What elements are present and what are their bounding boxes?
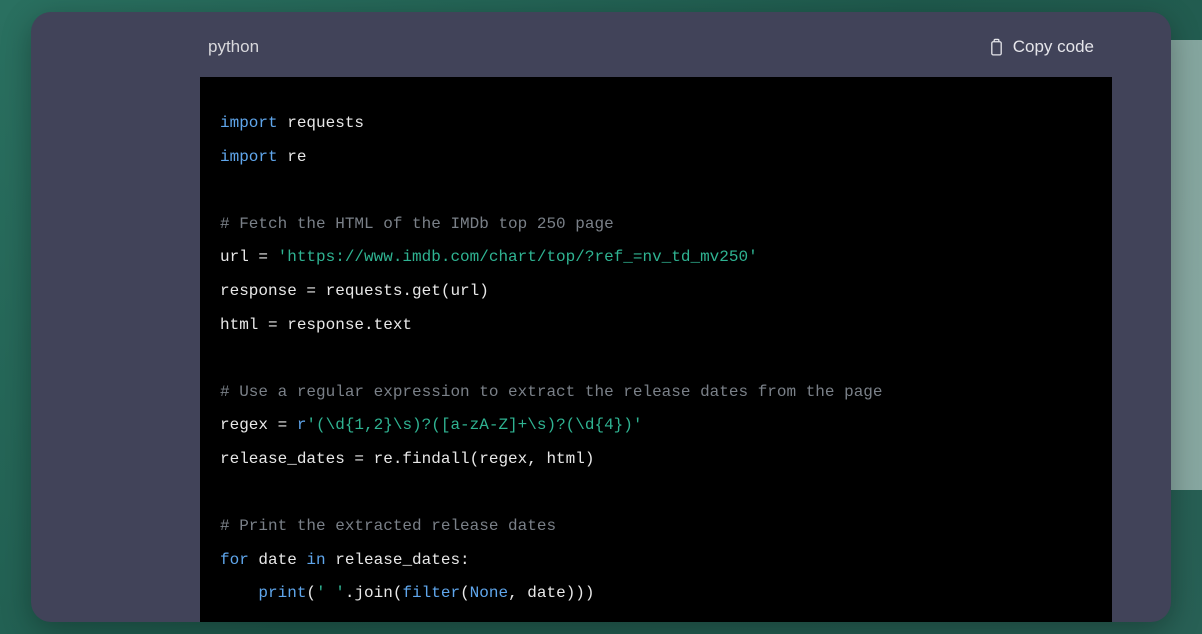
code-line: for date in release_dates:	[220, 544, 1092, 578]
copy-code-button[interactable]: Copy code	[989, 37, 1094, 57]
code-line: # Use a regular expression to extract th…	[220, 376, 1092, 410]
language-label: python	[208, 37, 259, 57]
code-line: regex = r'(\d{1,2}\s)?([a-zA-Z]+\s)?(\d{…	[220, 409, 1092, 443]
code-block-header: python Copy code	[190, 25, 1112, 69]
copy-code-label: Copy code	[1013, 37, 1094, 57]
code-block-card: python Copy code import requests import …	[31, 12, 1171, 622]
code-line: response = requests.get(url)	[220, 275, 1092, 309]
code-line: html = response.text	[220, 309, 1092, 343]
code-line: # Print the extracted release dates	[220, 510, 1092, 544]
code-line: release_dates = re.findall(regex, html)	[220, 443, 1092, 477]
clipboard-icon	[989, 38, 1004, 56]
code-line: # Fetch the HTML of the IMDb top 250 pag…	[220, 208, 1092, 242]
code-line: import re	[220, 141, 1092, 175]
code-line-blank	[220, 342, 1092, 376]
code-line-blank	[220, 477, 1092, 511]
code-line: print(' '.join(filter(None, date)))	[220, 577, 1092, 611]
code-line: import requests	[220, 107, 1092, 141]
code-line-blank	[220, 174, 1092, 208]
code-line: url = 'https://www.imdb.com/chart/top/?r…	[220, 241, 1092, 275]
code-content: import requests import re # Fetch the HT…	[200, 77, 1112, 622]
